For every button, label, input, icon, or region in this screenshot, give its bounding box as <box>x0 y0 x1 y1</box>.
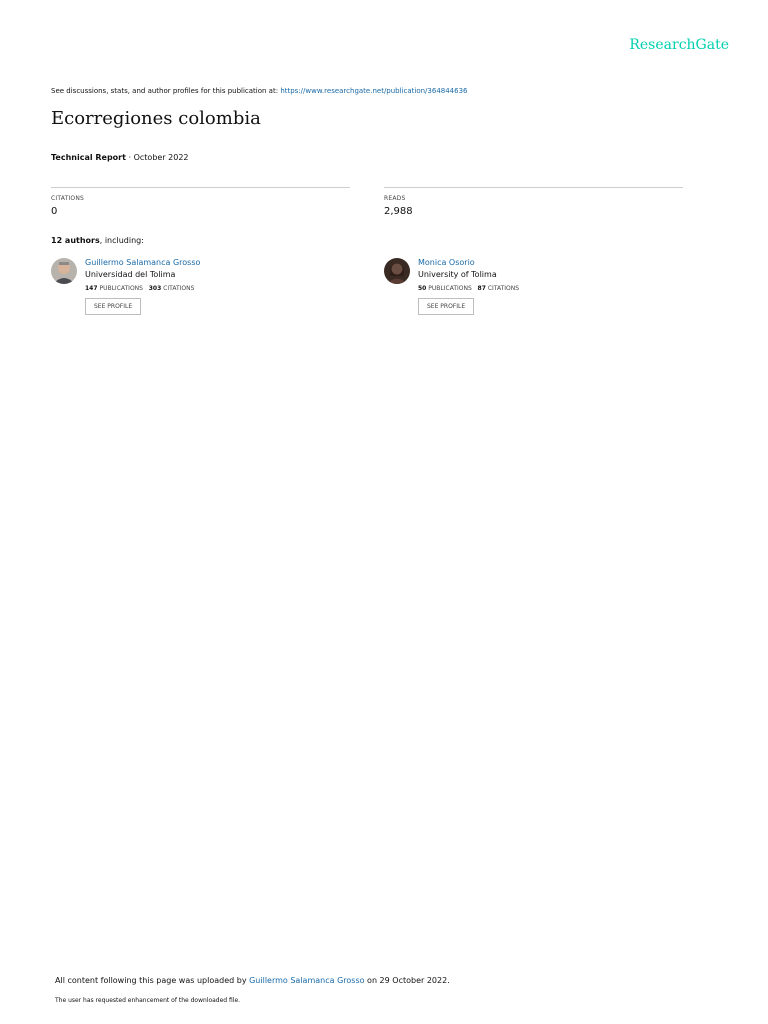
discussion-line: See discussions, stats, and author profi… <box>51 87 468 95</box>
see-profile-button[interactable]: SEE PROFILE <box>418 298 475 315</box>
author-citations-label: CITATIONS <box>487 285 520 292</box>
publications-count: 147 <box>85 285 98 292</box>
citations-value: 0 <box>51 206 58 217</box>
author-metrics: 50 PUBLICATIONS 87 CITATIONS <box>418 285 519 292</box>
authors-count: 12 authors <box>51 236 100 245</box>
upload-suffix: on 29 October 2022. <box>367 976 450 985</box>
uploader-link[interactable]: Guillermo Salamanca Grosso <box>249 976 364 985</box>
author-institution: University of Tolima <box>418 270 497 279</box>
reads-label: READS <box>384 195 406 202</box>
publications-label: PUBLICATIONS <box>428 285 472 292</box>
publication-title: Ecorregiones colombia <box>51 108 261 129</box>
publications-label: PUBLICATIONS <box>99 285 143 292</box>
author-name[interactable]: Monica Osorio <box>418 258 519 267</box>
author-metrics: 147 PUBLICATIONS 303 CITATIONS <box>85 285 200 292</box>
enhancement-note: The user has requested enhancement of th… <box>55 997 241 1004</box>
reads-value: 2,988 <box>384 206 413 217</box>
publication-date: October 2022 <box>133 153 189 162</box>
avatar[interactable] <box>51 258 77 284</box>
researchgate-logo[interactable]: ResearchGate <box>629 37 729 53</box>
avatar[interactable] <box>384 258 410 284</box>
publications-count: 50 <box>418 285 427 292</box>
author-name[interactable]: Guillermo Salamanca Grosso <box>85 258 200 267</box>
citations-stat: CITATIONS 0 <box>51 187 350 217</box>
publication-link[interactable]: https://www.researchgate.net/publication… <box>280 87 467 95</box>
upload-prefix: All content following this page was uplo… <box>55 976 247 985</box>
authors-heading: 12 authors, including: <box>51 236 144 245</box>
reads-stat: READS 2,988 <box>384 187 683 217</box>
citations-count: 87 <box>477 285 486 292</box>
authors-suffix: , including: <box>99 236 144 245</box>
meta-separator: · <box>128 153 132 162</box>
upload-note: All content following this page was uplo… <box>55 976 450 985</box>
author-institution: Universidad del Tolima <box>85 270 176 279</box>
author-citations-label: CITATIONS <box>163 285 195 292</box>
see-profile-button[interactable]: SEE PROFILE <box>85 298 142 315</box>
publication-meta: Technical Report · October 2022 <box>51 153 189 162</box>
citations-label: CITATIONS <box>51 195 85 202</box>
discussion-prefix: See discussions, stats, and author profi… <box>51 87 279 95</box>
citations-count: 303 <box>148 285 162 292</box>
publication-type: Technical Report <box>51 153 126 162</box>
